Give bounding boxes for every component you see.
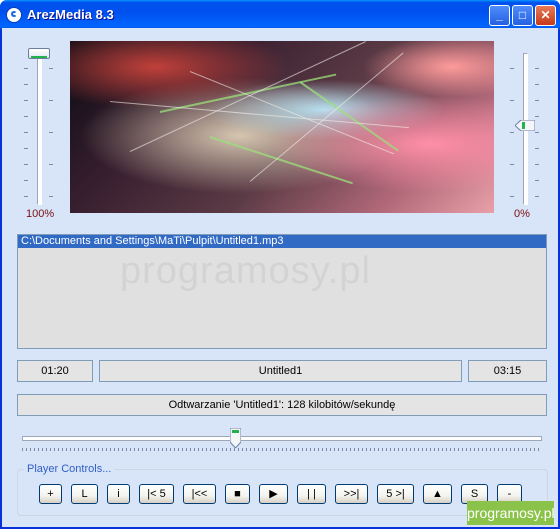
left-volume-slider[interactable] <box>24 48 54 208</box>
previous-button[interactable]: |<< <box>183 484 216 504</box>
slider-tick <box>535 164 539 165</box>
right-volume-thumb[interactable] <box>515 120 535 131</box>
info-button[interactable]: i <box>107 484 130 504</box>
slider-tick <box>49 196 53 197</box>
left-volume-thumb[interactable] <box>28 48 50 59</box>
seek-ticks <box>22 448 540 451</box>
status-bar: Odtwarzanie 'Untitled1': 128 kilobitów/s… <box>17 394 547 416</box>
slider-tick <box>24 84 28 85</box>
pause-button[interactable]: | | <box>297 484 326 504</box>
left-volume-label: 100% <box>26 208 55 220</box>
maximize-button[interactable]: □ <box>512 5 533 26</box>
close-button[interactable]: ✕ <box>535 5 556 26</box>
eject-button[interactable]: ▲ <box>423 484 452 504</box>
slider-tick <box>24 100 28 101</box>
right-volume-label: 0% <box>514 208 530 220</box>
slider-tick <box>24 196 28 197</box>
player-controls-label: Player Controls... <box>24 463 115 475</box>
slider-tick <box>510 100 514 101</box>
load-button[interactable]: L <box>71 484 98 504</box>
stop-button[interactable]: ■ <box>225 484 250 504</box>
title-bar[interactable]: ArezMedia 8.3 _ □ ✕ <box>0 0 560 30</box>
slider-tick <box>24 148 28 149</box>
back-5-button[interactable]: |< 5 <box>139 484 174 504</box>
slider-tick <box>49 100 53 101</box>
app-window: ArezMedia 8.3 _ □ ✕ 100% 0% C:\Documents… <box>0 0 560 529</box>
app-icon[interactable] <box>6 7 22 23</box>
forward-5-button[interactable]: 5 >| <box>377 484 414 504</box>
right-volume-slider[interactable] <box>510 48 540 208</box>
slider-tick <box>535 84 539 85</box>
slider-tick <box>510 132 514 133</box>
slider-tick <box>535 180 539 181</box>
minimize-button[interactable]: _ <box>489 5 510 26</box>
slider-tick <box>535 68 539 69</box>
visualization-area <box>70 41 494 213</box>
slider-tick <box>510 196 514 197</box>
slider-tick <box>535 132 539 133</box>
slider-tick <box>510 164 514 165</box>
window-title: ArezMedia 8.3 <box>27 7 114 22</box>
slider-tick <box>24 180 28 181</box>
watermark: programosy.pl <box>120 250 371 292</box>
play-button[interactable]: ▶ <box>259 484 288 504</box>
track-title: Untitled1 <box>99 360 462 382</box>
seek-thumb[interactable] <box>230 428 241 448</box>
left-volume-track <box>37 53 42 205</box>
slider-tick <box>535 100 539 101</box>
slider-tick <box>24 164 28 165</box>
total-time: 03:15 <box>468 360 547 382</box>
slider-tick <box>24 116 28 117</box>
next-button[interactable]: >>| <box>335 484 368 504</box>
site-badge: programosy.pl <box>467 501 555 525</box>
slider-tick <box>535 148 539 149</box>
slider-tick <box>24 132 28 133</box>
slider-tick <box>49 68 53 69</box>
seek-track <box>22 436 542 441</box>
slider-tick <box>535 116 539 117</box>
elapsed-time: 01:20 <box>17 360 93 382</box>
client-area: 100% 0% C:\Documents and Settings\MaTi\P… <box>2 28 558 527</box>
slider-tick <box>24 68 28 69</box>
slider-tick <box>535 196 539 197</box>
add-button[interactable]: + <box>39 484 62 504</box>
seek-slider[interactable] <box>22 428 542 451</box>
slider-tick <box>510 68 514 69</box>
playlist-item[interactable]: C:\Documents and Settings\MaTi\Pulpit\Un… <box>18 235 546 248</box>
slider-tick <box>49 132 53 133</box>
slider-tick <box>49 164 53 165</box>
